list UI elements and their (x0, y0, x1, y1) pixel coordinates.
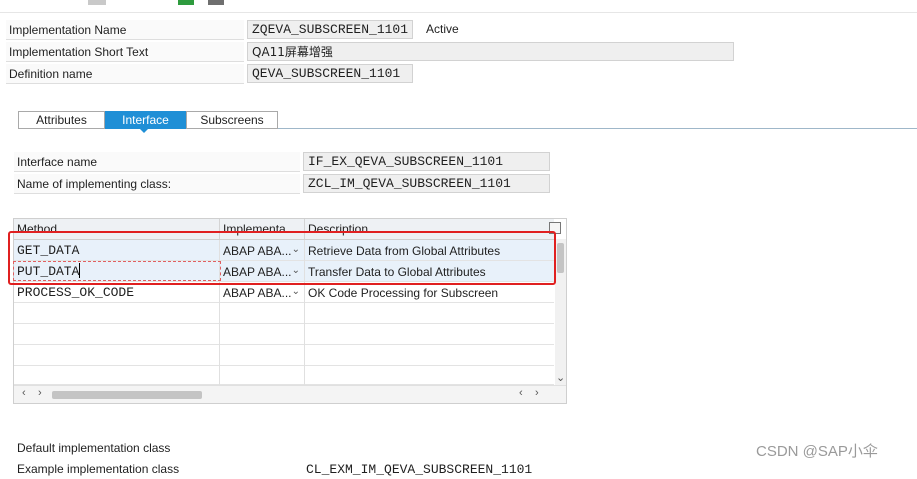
toolbar-icon-right[interactable] (208, 0, 224, 5)
watermark-text: CSDN @SAP小伞 (756, 443, 878, 460)
scroll-right-end-icon[interactable]: › (535, 387, 539, 399)
table-row[interactable]: PROCESS_OK_CODE ABAP ABA... ⌄ OK Code Pro… (14, 282, 554, 303)
horizontal-scroll-thumb[interactable] (52, 391, 202, 399)
impl-cell[interactable]: ABAP ABA... ⌄ (220, 282, 305, 303)
table-row-empty[interactable] (14, 303, 554, 324)
interface-name-field[interactable]: IF_EX_QEVA_SUBSCREEN_1101 (303, 152, 550, 171)
empty-cell[interactable] (220, 366, 305, 385)
example-class-value: CL_EXM_IM_QEVA_SUBSCREEN_1101 (306, 461, 533, 477)
table-row-empty[interactable] (14, 366, 554, 385)
empty-cell[interactable] (14, 324, 220, 345)
text-cursor (79, 263, 80, 278)
impl-class-label: Name of implementing class: (14, 174, 300, 194)
tab-attributes[interactable]: Attributes (18, 111, 105, 129)
table-row-empty[interactable] (14, 345, 554, 366)
empty-cell[interactable] (220, 303, 305, 324)
impl-class-field[interactable]: ZCL_IM_QEVA_SUBSCREEN_1101 (303, 174, 550, 193)
desc-cell: OK Code Processing for Subscreen (308, 285, 499, 300)
vertical-scrollbar[interactable]: ⌄ (555, 239, 566, 385)
tab-subscreens[interactable]: Subscreens (186, 111, 278, 129)
toolbar-icon-tree[interactable] (178, 0, 194, 5)
impl-cell-text: ABAP ABA... (223, 285, 292, 300)
short-text-label: Implementation Short Text (6, 42, 244, 62)
horizontal-scrollbar[interactable]: ‹ › ‹ › (14, 385, 566, 403)
default-class-label: Default implementation class (17, 441, 171, 455)
vertical-scroll-thumb[interactable] (557, 243, 564, 273)
empty-cell[interactable] (220, 324, 305, 345)
empty-cell[interactable] (14, 303, 220, 324)
table-row-empty[interactable] (14, 324, 554, 345)
scroll-left-end-icon[interactable]: ‹ (519, 387, 523, 399)
scroll-down-icon[interactable]: ⌄ (556, 371, 565, 384)
scroll-left-icon[interactable]: ‹ (22, 387, 26, 399)
impl-status-text: Active (426, 22, 459, 36)
empty-cell[interactable] (14, 345, 220, 366)
example-class-label: Example implementation class (17, 462, 180, 476)
impl-name-label: Implementation Name (6, 20, 244, 40)
active-tab-indicator (139, 128, 149, 133)
empty-cell[interactable] (14, 366, 220, 385)
method-cell[interactable]: PROCESS_OK_CODE (14, 282, 220, 303)
toolbar-icon-left[interactable] (88, 0, 106, 5)
tab-interface[interactable]: Interface (105, 111, 186, 129)
empty-cell[interactable] (220, 345, 305, 366)
definition-label: Definition name (6, 64, 244, 84)
application-toolbar (0, 0, 917, 13)
cell-edit-box (13, 261, 221, 281)
impl-name-field[interactable]: ZQEVA_SUBSCREEN_1101 (247, 20, 413, 39)
short-text-field[interactable]: QA11屏幕增强 (247, 42, 734, 61)
chevron-down-icon[interactable]: ⌄ (292, 286, 300, 297)
interface-name-label: Interface name (14, 152, 300, 172)
definition-field[interactable]: QEVA_SUBSCREEN_1101 (247, 64, 413, 83)
scroll-right-icon[interactable]: › (38, 387, 42, 399)
